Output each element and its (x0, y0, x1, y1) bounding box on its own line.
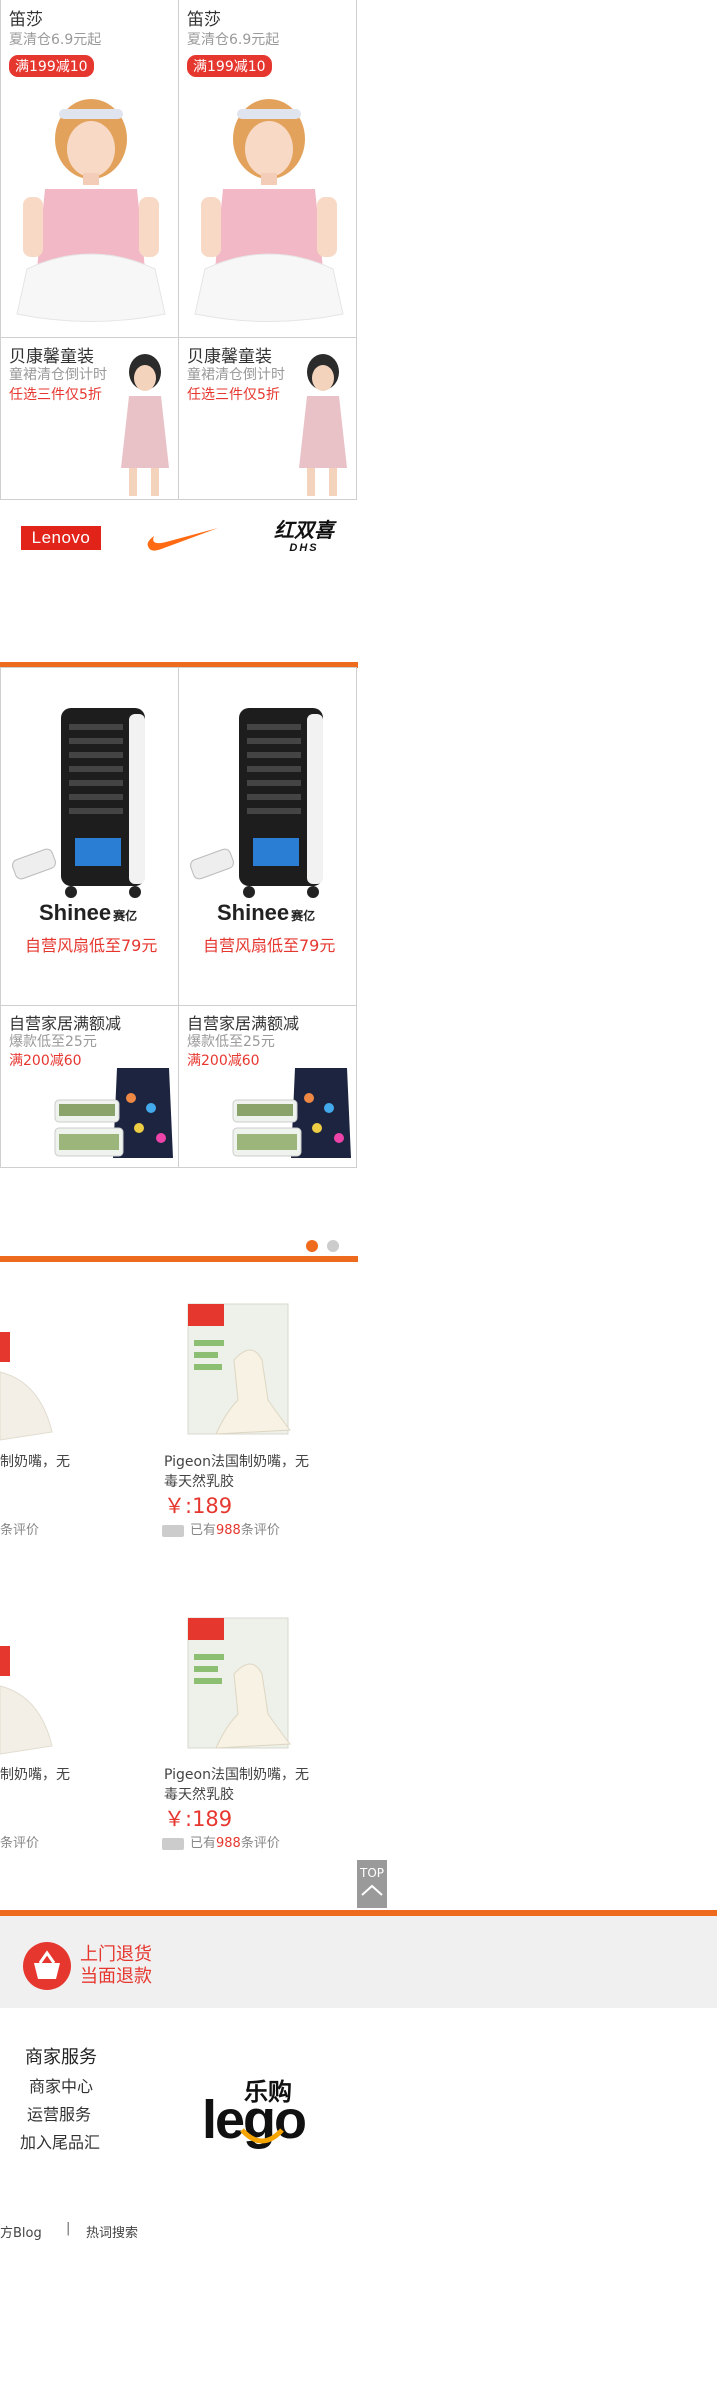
promo-subtitle: 夏清仓6.9元起 (187, 32, 280, 48)
promo-cell-small-2[interactable]: 贝康馨童装 童裙清仓倒计时 任选三件仅5折 (178, 337, 357, 500)
girl-dress-image (121, 354, 169, 496)
pigeon-nipple-image[interactable] (182, 1614, 302, 1762)
girl-product-image (16, 99, 166, 322)
product-title[interactable]: Pigeon法国制奶嘴，无毒天然乳胶 (164, 1452, 314, 1492)
promo-badge: 满199减10 (9, 55, 94, 77)
appliance-promo: 自营风扇低至79元 (25, 936, 158, 955)
bottom-link-hot-search[interactable]: 热词搜索 (86, 2222, 138, 2241)
air-cooler-image (12, 708, 145, 898)
nike-swoosh-icon[interactable] (144, 524, 220, 554)
back-to-top-button[interactable]: TOP (357, 1860, 387, 1908)
product-price: ￥:189 (164, 1807, 233, 1831)
bottom-separator: | (66, 2221, 71, 2236)
promo-cell-large-2[interactable]: 笛莎 夏清仓6.9元起 满199减10 (178, 0, 357, 338)
product-image-partial[interactable] (0, 1302, 60, 1442)
girl-product-image (194, 99, 344, 322)
chevron-up-icon (361, 1884, 383, 1896)
food-container-image (54, 1068, 173, 1158)
footer-heading: 商家服务 (25, 2047, 97, 2068)
carousel-dot[interactable] (327, 1240, 339, 1252)
product-title-partial[interactable]: 制奶嘴，无 (0, 1765, 70, 1785)
appliance-cell-large-2[interactable]: Shinee 赛亿 自营风扇低至79元 (178, 667, 357, 1007)
top-label: TOP (359, 1866, 384, 1880)
brand-logo-lenovo[interactable]: Lenovo (21, 526, 101, 550)
return-basket-icon (23, 1942, 71, 1990)
promo-offer: 任选三件仅5折 (187, 387, 280, 403)
product-title[interactable]: Pigeon法国制奶嘴，无毒天然乳胶 (164, 1765, 314, 1805)
promo-title: 笛莎 (9, 10, 43, 30)
brand-logo-dhs[interactable]: 红双喜 DHS (264, 518, 344, 564)
section-divider (0, 1256, 358, 1262)
bottom-link-blog[interactable]: 方Blog (0, 2222, 42, 2241)
appliance-cell-large-1[interactable]: Shinee 赛亿 自营风扇低至79元 (0, 667, 179, 1007)
footer-link-join[interactable]: 加入尾品汇 (20, 2129, 100, 2153)
promo-subtitle: 夏清仓6.9元起 (9, 32, 102, 48)
product-title-partial[interactable]: 制奶嘴，无 (0, 1452, 70, 1472)
product-price: ￥:189 (164, 1494, 233, 1518)
smile-swoosh-icon (240, 2128, 284, 2144)
shinee-logo: Shinee 赛亿 (39, 900, 138, 925)
appliance-promo: 自营风扇低至79元 (203, 936, 336, 955)
promo-cell-large-1[interactable]: 笛莎 夏清仓6.9元起 满199减10 (0, 0, 179, 338)
product-reviews-partial: 条评价 (0, 1523, 40, 1538)
promo-title: 笛莎 (187, 10, 221, 30)
promo-offer: 任选三件仅5折 (9, 387, 102, 403)
appliance-cell-small-1[interactable]: 自营家居满额减 爆款低至25元 满200减60 (0, 1005, 179, 1168)
product-reviews-partial: 条评价 (0, 1836, 40, 1851)
review-tag-icon (162, 1524, 184, 1537)
promo-cell-small-1[interactable]: 贝康馨童装 童裙清仓倒计时 任选三件仅5折 (0, 337, 179, 500)
promo-subtitle: 童裙清仓倒计时 (187, 367, 285, 383)
food-container-image (232, 1068, 351, 1158)
promo-badge: 满199减10 (187, 55, 272, 77)
footer-link-operation-service[interactable]: 运营服务 (27, 2101, 91, 2125)
product-reviews: 已有988条评价 (162, 1832, 280, 1851)
brand-dhs-cn: 红双喜 (274, 518, 334, 542)
product-reviews: 已有988条评价 (162, 1519, 280, 1538)
air-cooler-image (190, 708, 323, 898)
girl-dress-image (299, 354, 347, 496)
pigeon-nipple-image[interactable] (182, 1300, 302, 1448)
appliance-cell-small-2[interactable]: 自营家居满额减 爆款低至25元 满200减60 (178, 1005, 357, 1168)
product-image-partial[interactable] (0, 1616, 60, 1756)
footer-link-merchant-center[interactable]: 商家中心 (29, 2073, 93, 2097)
promo-subtitle: 童裙清仓倒计时 (9, 367, 107, 383)
shinee-logo: Shinee 赛亿 (217, 900, 316, 925)
carousel-dot-active[interactable] (306, 1240, 318, 1252)
review-tag-icon (162, 1837, 184, 1850)
lego-logo: 乐购 lego (202, 2078, 307, 2150)
service-text: 上门退货 当面退款 (80, 1944, 152, 1987)
brand-dhs-en: DHS (289, 542, 319, 554)
service-banner: 上门退货 当面退款 (0, 1916, 717, 2008)
